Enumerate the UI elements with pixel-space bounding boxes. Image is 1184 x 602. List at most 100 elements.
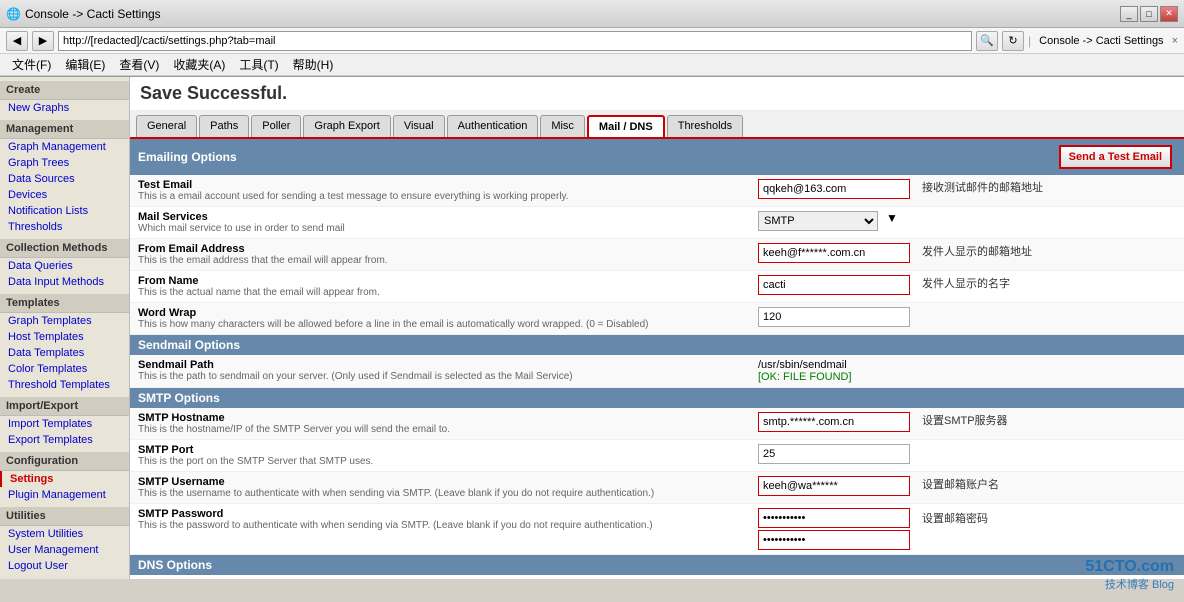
- from-name-input[interactable]: [758, 275, 910, 295]
- smtp-port-input[interactable]: [758, 444, 910, 464]
- menu-favorites[interactable]: 收藏夹(A): [167, 54, 231, 75]
- sidebar-item-graph-trees[interactable]: Graph Trees: [0, 155, 129, 171]
- word-wrap-desc: This is how many characters will be allo…: [138, 319, 758, 330]
- setting-row-mail-services: Mail Services Which mail service to use …: [130, 207, 1184, 239]
- tab-separator: |: [1028, 34, 1031, 48]
- dropdown-arrow-icon: ▼: [886, 211, 898, 225]
- search-button[interactable]: 🔍: [976, 31, 998, 51]
- from-email-input[interactable]: [758, 243, 910, 263]
- sidebar-section-management: Management: [0, 120, 129, 139]
- sidebar-item-export-templates[interactable]: Export Templates: [0, 432, 129, 448]
- tab-authentication[interactable]: Authentication: [447, 115, 539, 137]
- tab-visual[interactable]: Visual: [393, 115, 445, 137]
- sidebar-item-new-graphs[interactable]: New Graphs: [0, 100, 129, 116]
- sidebar-item-thresholds[interactable]: Thresholds: [0, 219, 129, 235]
- close-button[interactable]: ✕: [1160, 6, 1178, 22]
- from-name-desc: This is the actual name that the email w…: [138, 287, 758, 298]
- maximize-button[interactable]: □: [1140, 6, 1158, 22]
- watermark: 51CTO.com 技术博客 Blog: [1085, 558, 1174, 592]
- sidebar-item-color-templates[interactable]: Color Templates: [0, 361, 129, 377]
- tab-mail-dns[interactable]: Mail / DNS: [587, 115, 665, 137]
- test-email-label: Test Email: [138, 179, 758, 191]
- menu-file[interactable]: 文件(F): [6, 54, 57, 75]
- setting-row-smtp-password: SMTP Password This is the password to au…: [130, 504, 1184, 555]
- refresh-button[interactable]: ↻: [1002, 31, 1024, 51]
- console-tab-label: Console -> Cacti Settings: [1039, 35, 1163, 47]
- from-name-annotation: 发件人显示的名字: [922, 275, 1010, 291]
- menu-view[interactable]: 查看(V): [113, 54, 165, 75]
- smtp-username-desc: This is the username to authenticate wit…: [138, 488, 758, 499]
- smtp-password-confirm-input[interactable]: [758, 530, 910, 550]
- sendmail-path-ok: [OK: FILE FOUND]: [758, 371, 852, 383]
- tab-poller[interactable]: Poller: [251, 115, 301, 137]
- send-test-email-button[interactable]: Send a Test Email: [1059, 145, 1172, 169]
- address-bar[interactable]: [58, 31, 972, 51]
- sidebar-item-threshold-templates[interactable]: Threshold Templates: [0, 377, 129, 393]
- from-email-annotation: 发件人显示的邮箱地址: [922, 243, 1032, 259]
- sidebar-item-notification-lists[interactable]: Notification Lists: [0, 203, 129, 219]
- tab-general[interactable]: General: [136, 115, 197, 137]
- setting-row-smtp-hostname: SMTP Hostname This is the hostname/IP of…: [130, 408, 1184, 440]
- smtp-hostname-desc: This is the hostname/IP of the SMTP Serv…: [138, 424, 758, 435]
- sidebar-section-create: Create: [0, 81, 129, 100]
- smtp-password-input[interactable]: [758, 508, 910, 528]
- sidebar-item-plugin-management[interactable]: Plugin Management: [0, 487, 129, 503]
- sendmail-path-desc: This is the path to sendmail on your ser…: [138, 371, 758, 382]
- sidebar-item-system-utilities[interactable]: System Utilities: [0, 526, 129, 542]
- sidebar-item-graph-templates[interactable]: Graph Templates: [0, 313, 129, 329]
- sidebar-item-devices[interactable]: Devices: [0, 187, 129, 203]
- sidebar-item-host-templates[interactable]: Host Templates: [0, 329, 129, 345]
- watermark-site: 51CTO.com: [1085, 558, 1174, 576]
- smtp-port-desc: This is the port on the SMTP Server that…: [138, 456, 758, 467]
- sendmail-path-value: /usr/sbin/sendmail: [758, 359, 852, 371]
- content-area: Save Successful. General Paths Poller Gr…: [130, 77, 1184, 579]
- menu-tools[interactable]: 工具(T): [233, 54, 284, 75]
- sidebar-item-settings[interactable]: Settings: [0, 471, 129, 487]
- from-email-label: From Email Address: [138, 243, 758, 255]
- smtp-password-desc: This is the password to authenticate wit…: [138, 520, 758, 531]
- setting-row-smtp-username: SMTP Username This is the username to au…: [130, 472, 1184, 504]
- mail-services-select[interactable]: SMTP Sendmail: [758, 211, 878, 231]
- mail-services-label: Mail Services: [138, 211, 758, 223]
- sidebar-item-logout[interactable]: Logout User: [0, 558, 129, 574]
- tab-close-icon[interactable]: ×: [1172, 35, 1178, 47]
- from-email-desc: This is the email address that the email…: [138, 255, 758, 266]
- sidebar-logo: 🌵: [0, 574, 129, 579]
- smtp-hostname-input[interactable]: [758, 412, 910, 432]
- sidebar: Create New Graphs Management Graph Manag…: [0, 77, 130, 579]
- sendmail-path-label: Sendmail Path: [138, 359, 758, 371]
- browser-title: Console -> Cacti Settings: [25, 7, 161, 21]
- sidebar-section-import: Import/Export: [0, 397, 129, 416]
- sidebar-item-import-templates[interactable]: Import Templates: [0, 416, 129, 432]
- setting-row-from-email: From Email Address This is the email add…: [130, 239, 1184, 271]
- sidebar-item-data-queries[interactable]: Data Queries: [0, 258, 129, 274]
- setting-row-primary-dns: Primary DNS IP Address Enter the primary…: [130, 575, 1184, 579]
- setting-row-word-wrap: Word Wrap This is how many characters wi…: [130, 303, 1184, 335]
- menu-help[interactable]: 帮助(H): [287, 54, 340, 75]
- minimize-button[interactable]: _: [1120, 6, 1138, 22]
- tab-thresholds[interactable]: Thresholds: [667, 115, 743, 137]
- forward-button[interactable]: ▶: [32, 31, 54, 51]
- browser-icon: 🌐: [6, 7, 21, 21]
- tab-paths[interactable]: Paths: [199, 115, 249, 137]
- test-email-desc: This is a email account used for sending…: [138, 191, 758, 202]
- smtp-username-input[interactable]: [758, 476, 910, 496]
- menu-edit[interactable]: 编辑(E): [59, 54, 111, 75]
- sidebar-item-data-sources[interactable]: Data Sources: [0, 171, 129, 187]
- sidebar-section-collection: Collection Methods: [0, 239, 129, 258]
- settings-tabs: General Paths Poller Graph Export Visual…: [130, 111, 1184, 139]
- smtp-password-annotation: 设置邮箱密码: [922, 510, 988, 526]
- sidebar-item-graph-management[interactable]: Graph Management: [0, 139, 129, 155]
- sidebar-item-data-input-methods[interactable]: Data Input Methods: [0, 274, 129, 290]
- word-wrap-input[interactable]: [758, 307, 910, 327]
- sidebar-item-data-templates[interactable]: Data Templates: [0, 345, 129, 361]
- sidebar-section-templates: Templates: [0, 294, 129, 313]
- tab-misc[interactable]: Misc: [540, 115, 585, 137]
- back-button[interactable]: ◀: [6, 31, 28, 51]
- save-message: Save Successful.: [130, 77, 1184, 111]
- setting-row-from-name: From Name This is the actual name that t…: [130, 271, 1184, 303]
- sidebar-section-utilities: Utilities: [0, 507, 129, 526]
- sidebar-item-user-management[interactable]: User Management: [0, 542, 129, 558]
- tab-graph-export[interactable]: Graph Export: [303, 115, 390, 137]
- test-email-input[interactable]: [758, 179, 910, 199]
